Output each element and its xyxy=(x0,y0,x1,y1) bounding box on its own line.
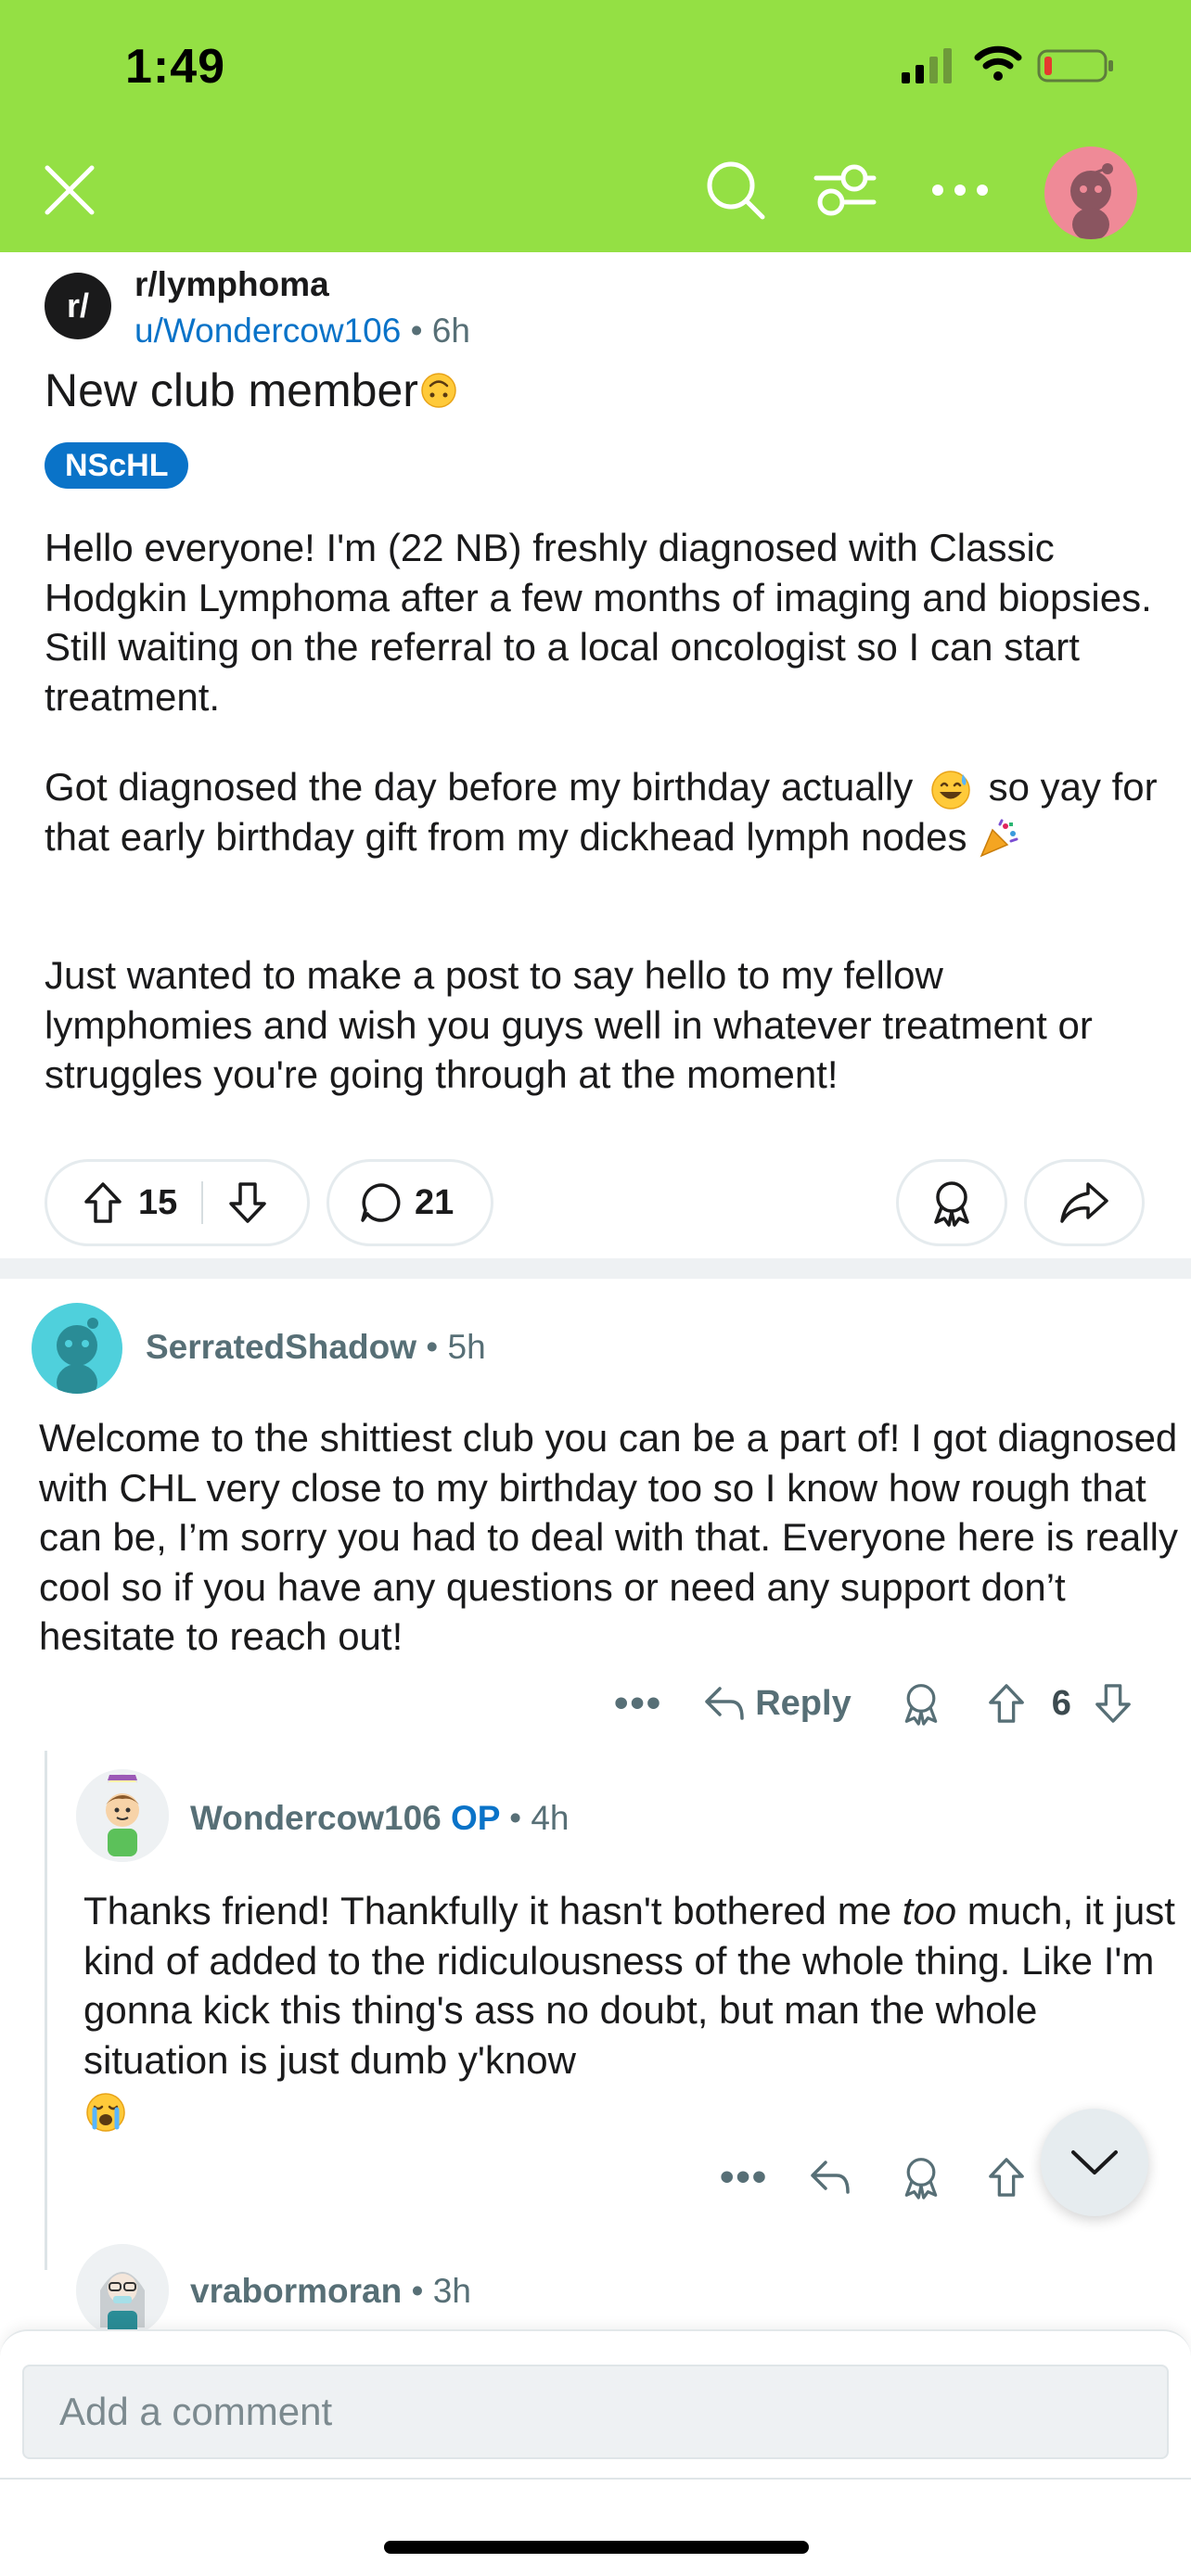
post-title-text: New club member xyxy=(45,364,418,416)
cellular-signal-icon xyxy=(902,48,952,83)
comment-age: 4h xyxy=(531,1799,570,1837)
comment-body: Thanks friend! Thankfully it hasn't both… xyxy=(83,1886,1178,2135)
comment-body-part-1: Thanks friend! Thankfully it hasn't both… xyxy=(83,1889,892,1932)
share-icon xyxy=(1060,1182,1108,1223)
subreddit-name[interactable]: r/lymphoma xyxy=(134,265,329,304)
downvote-icon[interactable] xyxy=(227,1181,268,1224)
post-flair[interactable]: NScHL xyxy=(45,442,189,489)
comment-author[interactable]: vrabormoran xyxy=(190,2272,402,2310)
upvote-icon[interactable] xyxy=(987,2157,1026,2198)
comment-age: 3h xyxy=(432,2272,471,2310)
commenter-avatar[interactable] xyxy=(76,1769,169,1862)
composer-divider xyxy=(0,2478,1191,2480)
comments-button[interactable]: 21 xyxy=(327,1159,493,1246)
comment-author-line: Wondercow106 OP • 4h xyxy=(190,1799,569,1838)
thread-line[interactable] xyxy=(45,1751,47,2270)
upvote-icon[interactable] xyxy=(83,1181,123,1224)
grinning-sweat-emoji xyxy=(931,771,970,810)
comment-author[interactable]: Wondercow106 xyxy=(190,1799,442,1837)
comment-author[interactable]: SerratedShadow xyxy=(146,1328,416,1366)
post-author[interactable]: u/Wondercow106 xyxy=(134,312,401,350)
post-body-paragraph-3: Just wanted to make a post to say hello … xyxy=(45,953,1093,1096)
sort-button[interactable] xyxy=(803,148,887,232)
section-divider xyxy=(0,1258,1191,1279)
paragraph-2-part-1: Got diagnosed the day before my birthday… xyxy=(45,765,914,809)
chevron-down-icon xyxy=(1071,2150,1118,2174)
award-button[interactable] xyxy=(896,1159,1007,1246)
search-button[interactable] xyxy=(694,148,777,232)
close-icon xyxy=(45,165,95,215)
wifi-icon xyxy=(974,45,1022,81)
meta-separator: • xyxy=(509,1799,531,1837)
loudly-crying-face-emoji xyxy=(86,2093,125,2132)
post-score: 15 xyxy=(138,1182,178,1222)
award-icon xyxy=(934,1181,969,1227)
sort-icon xyxy=(813,164,877,216)
comment-age: 5h xyxy=(447,1328,486,1366)
top-bar xyxy=(0,0,1191,252)
post-age: 6h xyxy=(431,312,470,350)
snoo-avatar-icon xyxy=(57,1318,98,1394)
comment-actions: ••• xyxy=(720,2148,1026,2207)
comment-score: 6 xyxy=(1051,1683,1071,1723)
reply-button[interactable]: Reply xyxy=(703,1683,852,1724)
vote-pill: 15 xyxy=(45,1159,310,1246)
home-indicator[interactable] xyxy=(384,2541,809,2554)
award-icon[interactable] xyxy=(900,1681,942,1726)
add-comment-input[interactable]: Add a comment xyxy=(22,2365,1169,2459)
comment-count: 21 xyxy=(415,1182,455,1222)
scroll-down-button[interactable] xyxy=(1041,2109,1148,2216)
more-icon xyxy=(932,185,988,196)
party-popper-emoji xyxy=(980,819,1018,858)
meta-separator: • xyxy=(426,1328,448,1366)
comment-more-button[interactable]: ••• xyxy=(614,1680,662,1727)
comment-more-button[interactable]: ••• xyxy=(720,2154,768,2200)
status-time: 1:49 xyxy=(125,40,226,94)
cartoon-avatar-icon xyxy=(76,2244,169,2337)
meta-separator: • xyxy=(410,312,432,350)
post-title: New club member xyxy=(45,363,457,417)
reply-button[interactable] xyxy=(809,2159,852,2196)
comment-actions: ••• Reply 6 xyxy=(614,1674,1133,1733)
post-body-paragraph-1: Hello everyone! I'm (22 NB) freshly diag… xyxy=(45,526,1152,719)
close-button[interactable] xyxy=(28,148,111,232)
more-options-button[interactable] xyxy=(918,148,1002,232)
snoo-avatar-icon xyxy=(1070,163,1113,239)
downvote-icon[interactable] xyxy=(1094,1683,1133,1724)
subreddit-icon[interactable]: r/ xyxy=(45,273,111,339)
meta-separator: • xyxy=(411,2272,433,2310)
comment-bubble-icon xyxy=(361,1183,401,1222)
cartoon-avatar-icon xyxy=(76,1769,169,1862)
search-icon xyxy=(707,161,765,220)
vote-divider xyxy=(201,1181,204,1224)
comment-body: Welcome to the shittiest club you can be… xyxy=(39,1416,1178,1658)
comment-author-line: vrabormoran • 3h xyxy=(190,2272,471,2311)
op-badge: OP xyxy=(451,1799,500,1837)
reply-arrow-icon xyxy=(811,2161,850,2194)
battery-low-icon xyxy=(1037,49,1113,83)
upvote-icon[interactable] xyxy=(987,1683,1026,1724)
reply-arrow-icon xyxy=(705,1687,744,1720)
commenter-avatar[interactable] xyxy=(76,2244,169,2337)
comment-author-line: SerratedShadow • 5h xyxy=(146,1328,486,1367)
award-icon[interactable] xyxy=(900,2155,942,2200)
comment-body-emphasis: too xyxy=(902,1889,957,1932)
commenter-avatar[interactable] xyxy=(32,1303,122,1394)
reply-label: Reply xyxy=(755,1683,852,1723)
upside-down-face-emoji xyxy=(421,373,456,408)
post-meta: u/Wondercow106 • 6h xyxy=(134,312,470,351)
user-avatar-button[interactable] xyxy=(1044,147,1137,239)
post-body-paragraph-2: Got diagnosed the day before my birthday… xyxy=(45,762,1158,861)
share-button[interactable] xyxy=(1024,1159,1145,1246)
